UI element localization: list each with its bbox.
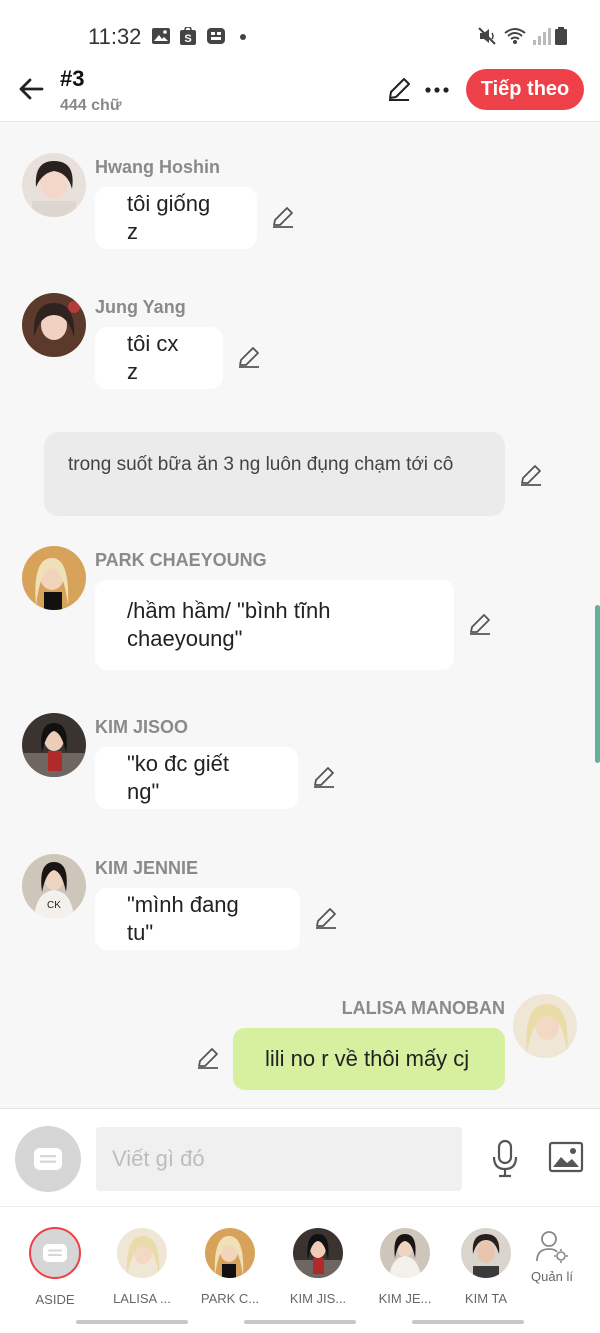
nav-recents[interactable] (76, 1320, 188, 1324)
image-icon[interactable] (548, 1141, 584, 1173)
edit-message-icon[interactable] (312, 765, 336, 789)
character-kim-ta[interactable]: KIM TA (448, 1225, 524, 1306)
microphone-icon[interactable] (490, 1139, 520, 1179)
character-name: LALISA ... (113, 1291, 171, 1306)
sender-name: PARK CHAEYOUNG (95, 550, 267, 570)
chapter-header: #3 444 chữ Tiếp theo (0, 62, 600, 122)
avatar[interactable] (22, 293, 86, 357)
edit-message-icon[interactable] (468, 612, 492, 636)
avatar[interactable] (513, 994, 577, 1058)
avatar (117, 1228, 167, 1278)
sender-name: LALISA MANOBAN (341, 998, 505, 1018)
character-selector: ASIDE LALISA ... PARK C... KIM JIS... KI… (0, 1206, 600, 1311)
character-name: ASIDE (35, 1292, 75, 1307)
avatar[interactable] (22, 546, 86, 610)
nav-home[interactable] (244, 1320, 356, 1324)
avatar (293, 1228, 343, 1278)
edit-message-icon[interactable] (237, 345, 261, 369)
app-notification-icon (207, 28, 225, 44)
next-button[interactable]: Tiếp theo (466, 69, 584, 110)
mute-icon (478, 27, 496, 45)
gallery-notification-icon (152, 28, 170, 44)
back-arrow-icon[interactable] (16, 74, 46, 104)
character-lalisa[interactable]: LALISA ... (102, 1225, 182, 1306)
character-kim-jennie[interactable]: KIM JE... (365, 1225, 445, 1306)
character-name: KIM JIS... (289, 1291, 347, 1306)
battery-icon (555, 27, 567, 45)
chat-bubble-icon (43, 1244, 67, 1262)
avatar (205, 1228, 255, 1278)
message-type-button[interactable] (15, 1126, 81, 1192)
sender-name: KIM JISOO (95, 717, 189, 737)
nav-back[interactable] (412, 1320, 524, 1324)
scrollbar[interactable] (595, 605, 600, 763)
narration-bubble[interactable]: trong suốt bữa ăn 3 ng luôn đụng chạm tớ… (44, 432, 505, 516)
system-nav-bar (0, 1311, 600, 1333)
character-name: KIM TA (464, 1291, 508, 1306)
avatar[interactable] (22, 713, 86, 777)
edit-message-icon[interactable] (271, 205, 295, 229)
avatar[interactable] (22, 153, 86, 217)
aside-avatar (29, 1227, 81, 1279)
avatar[interactable]: CK (22, 854, 86, 918)
message-bubble[interactable]: /hầm hầm/ "bình tĩnh chaeyoung" (95, 580, 454, 670)
character-aside[interactable]: ASIDE (15, 1225, 95, 1307)
edit-message-icon[interactable] (314, 906, 338, 930)
message-bubble[interactable]: "ko đc giết ng" (95, 747, 298, 809)
message-bubble[interactable]: "mình đang tu" (95, 888, 300, 950)
chapter-title: #3 (60, 66, 85, 91)
message-input[interactable] (96, 1127, 462, 1191)
notification-dot (240, 34, 246, 40)
svg-text:S: S (184, 33, 191, 45)
sender-name: KIM JENNIE (95, 858, 199, 878)
edit-message-icon[interactable] (196, 1046, 220, 1070)
character-kim-jisoo[interactable]: KIM JIS... (278, 1225, 358, 1306)
user-settings-icon (536, 1231, 568, 1263)
manage-label: Quản lí (531, 1269, 573, 1284)
composer-bar (0, 1108, 600, 1206)
sender-name: Jung Yang (95, 297, 186, 317)
svg-text:CK: CK (47, 900, 61, 911)
character-park-chaeyoung[interactable]: PARK C... (190, 1225, 270, 1306)
message-bubble[interactable]: lili no r về thôi mấy cj (233, 1028, 505, 1090)
edit-pencil-icon[interactable] (386, 76, 412, 102)
sender-name: Hwang Hoshin (95, 157, 220, 177)
avatar (380, 1228, 430, 1278)
avatar (461, 1228, 511, 1278)
message-bubble[interactable]: tôi cx z (95, 327, 223, 389)
chat-bubble-icon (34, 1148, 62, 1170)
word-count: 444 chữ (60, 97, 122, 114)
chat-area: Hwang Hoshin tôi giống z Jung Yang tôi c… (0, 123, 600, 1108)
status-bar: 11:32 S (0, 0, 600, 62)
wifi-icon (504, 28, 526, 44)
status-time: 11:32 (88, 24, 142, 49)
more-options-icon[interactable] (424, 86, 450, 94)
shop-notification-icon: S (180, 27, 196, 45)
manage-characters-button[interactable]: Quản lí (514, 1229, 590, 1284)
character-name: KIM JE... (378, 1291, 432, 1306)
character-name: PARK C... (200, 1291, 260, 1306)
message-bubble[interactable]: tôi giống z (95, 187, 257, 249)
edit-message-icon[interactable] (519, 463, 543, 487)
signal-icon (533, 28, 551, 45)
